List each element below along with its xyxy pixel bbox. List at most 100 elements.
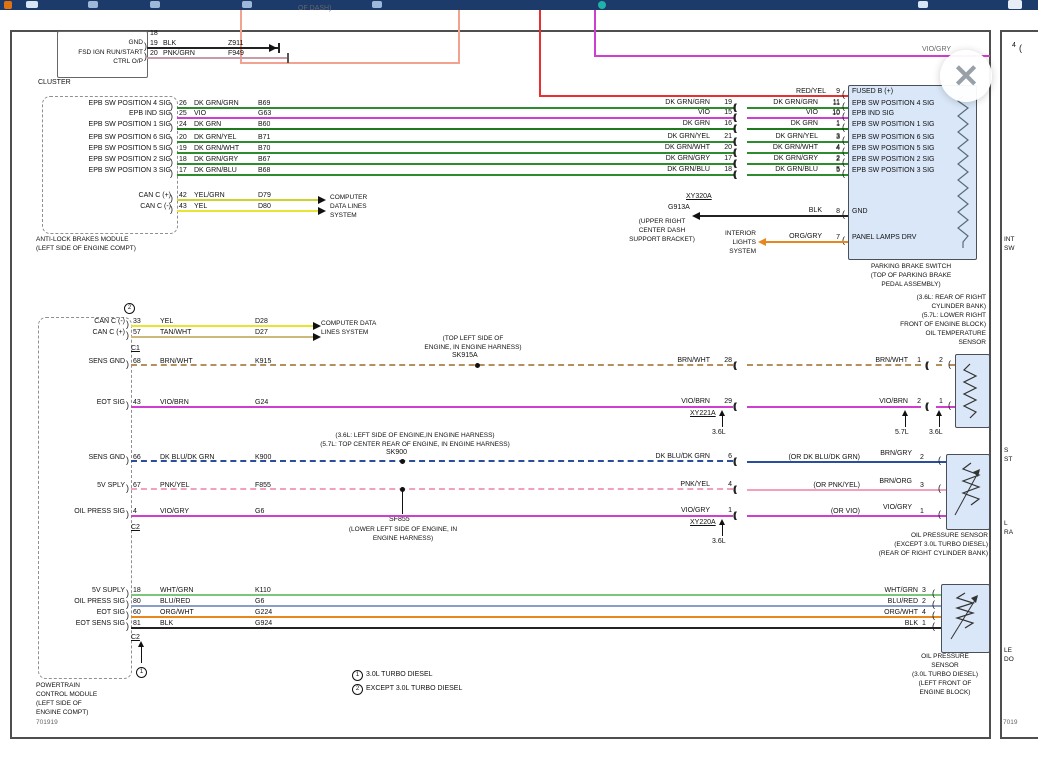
sensor-caption-line: OIL PRESSURE SENSOR	[879, 531, 988, 540]
pin-number: 3	[836, 134, 840, 142]
module-pin-label: EPB SW POSITION 2 SIG	[89, 156, 171, 164]
pin-number: 1	[716, 507, 732, 515]
toolbar-icon[interactable]	[26, 1, 38, 8]
wire-segment	[936, 406, 955, 408]
wire-right-label: DK GRN/WHT4	[736, 144, 840, 152]
note-line: (3.6L: REAR OF RIGHT	[900, 293, 986, 302]
system-destination-line: SYSTEM	[330, 211, 367, 220]
page-id: 7019	[1003, 719, 1017, 727]
pin-socket: (	[938, 510, 941, 519]
pin-socket: )	[126, 331, 129, 340]
resistor-ladder-symbol	[956, 96, 970, 248]
toolbar-icon[interactable]	[242, 1, 252, 8]
pin-socket: )	[170, 112, 173, 121]
wire-segment	[747, 152, 848, 154]
ground-location-line: CENTER DASH	[608, 226, 716, 235]
module-pin-label: OIL PRESS SIG	[74, 508, 125, 516]
module-pin-label: EPB SW POSITION 6 SIG	[852, 134, 934, 142]
pin-number: 29	[716, 398, 732, 406]
module-pin-label: EOT SIG	[97, 609, 125, 617]
module-pin-label: EPB SW POSITION 5 SIG	[852, 145, 934, 153]
pin-socket: (	[1019, 44, 1022, 53]
sensor-caption-line: (REAR OF RIGHT CYLINDER BANK)	[879, 549, 988, 558]
pin-number: 1	[917, 357, 921, 365]
module-pin-label: 5V SPLY	[97, 482, 125, 490]
module-pin-label: EPB SW POSITION 4 SIG	[852, 100, 934, 108]
sensor-caption-line: (EXCEPT 3.0L TURBO DIESEL)	[879, 540, 988, 549]
wire-segment	[747, 128, 848, 130]
module-pin-label: SENS GND	[88, 358, 125, 366]
wire-segment	[766, 241, 848, 243]
splice-label: SF855	[389, 516, 410, 524]
wire-segment	[747, 141, 848, 143]
module-caption: POWERTRAIN CONTROL MODULE (LEFT SIDE OF …	[36, 681, 97, 717]
toolbar-icon[interactable]	[150, 1, 160, 8]
splice-location-line: (TOP LEFT SIDE OF	[398, 334, 548, 343]
pin-number: 17	[716, 155, 732, 163]
module-pin-label: OIL PRESS SIG	[74, 598, 125, 606]
wire-right-label: DK GRN/BLU5	[736, 166, 840, 174]
partial-label: RA	[1004, 529, 1013, 537]
system-arrow-icon	[318, 196, 326, 204]
wire-mid-label: PNK/YEL4	[596, 481, 732, 489]
page-id: 701919	[36, 719, 58, 727]
connector-label: XY220A	[690, 519, 716, 527]
close-button[interactable]: ✕	[940, 50, 992, 102]
splice-location-line: ENGINE HARNESS)	[318, 534, 488, 543]
wire-right-label: DK GRN/YEL3	[736, 133, 840, 141]
pin-number: 1	[939, 398, 943, 406]
wire-color-label: VIO/GRY	[922, 46, 951, 54]
wire-segment	[177, 210, 318, 212]
pin-number: 16	[716, 120, 732, 128]
wire-color-label: DK GRN/BLU	[736, 166, 818, 174]
wire-segment	[458, 10, 460, 62]
pin-socket: (	[932, 589, 935, 598]
wire-color-label: VIO/BRN	[879, 398, 908, 406]
module-pin-label: CAN C (+)	[93, 329, 125, 337]
system-source-line: INTERIOR	[725, 229, 756, 238]
module-caption: ANTI-LOCK BRAKES MODULE	[36, 236, 128, 244]
browser-icon[interactable]	[4, 1, 12, 9]
diagram-viewer: OF DASH) RED/YEL VIO/GRY CLUSTER GND FSD…	[0, 0, 1038, 759]
pin-socket: (	[842, 158, 845, 167]
up-arrow-icon	[902, 410, 908, 416]
pin-number: 19	[716, 99, 732, 107]
inline-connector-icon: ((	[925, 361, 927, 370]
connector-label: XY320A	[686, 193, 712, 201]
footnote-pointer	[141, 645, 142, 663]
pin-socket: (	[842, 123, 845, 132]
pin-socket: (	[938, 456, 941, 465]
module-caption-line: ENGINE COMPT)	[36, 708, 97, 717]
wire-segment	[177, 141, 735, 143]
wire-mid-label: DK GRN/BLU18	[596, 166, 732, 174]
wire-color-label: DK GRN/GRN	[596, 99, 710, 107]
pin-socket: )	[126, 589, 129, 598]
splice-dot	[400, 459, 405, 464]
inline-connector-icon: ((	[733, 457, 735, 466]
system-destination-line: COMPUTER	[330, 193, 367, 202]
toolbar-icon[interactable]	[1008, 0, 1022, 9]
splice-location-line: ENGINE, IN ENGINE HARNESS)	[398, 343, 548, 352]
partial-label: SW	[1004, 245, 1014, 253]
toolbar-icon[interactable]	[88, 1, 98, 8]
toolbar-icon[interactable]	[372, 1, 382, 8]
inline-connector-icon: ((	[733, 137, 735, 146]
toolbar-icon[interactable]	[918, 1, 928, 8]
browser-toolbar	[0, 0, 1038, 10]
wire-right-label: VIO10	[736, 109, 840, 117]
module-pin-label: EOT SENS SIG	[76, 620, 125, 628]
engine-variant-label: 3.6L	[929, 429, 943, 437]
module-caption-line: (TOP OF PARKING BRAKE	[846, 271, 976, 280]
wire-segment	[131, 325, 313, 327]
wire-color-label: VIO/GRY	[596, 507, 710, 515]
pin-socket: (	[932, 611, 935, 620]
splice-label: SK900	[386, 449, 407, 457]
wire-segment	[936, 364, 955, 366]
wire-color-label: BRN/WHT	[596, 357, 710, 365]
wire-mid-label: DK BLU/DK GRN6	[596, 453, 732, 461]
engine-variant-label: 3.6L	[712, 429, 726, 437]
wire-mid-label: DK GRN/GRN 19	[596, 99, 732, 107]
wire-segment	[594, 55, 990, 57]
wire-color-label: VIO	[596, 109, 710, 117]
partial-label: S	[1004, 447, 1008, 455]
